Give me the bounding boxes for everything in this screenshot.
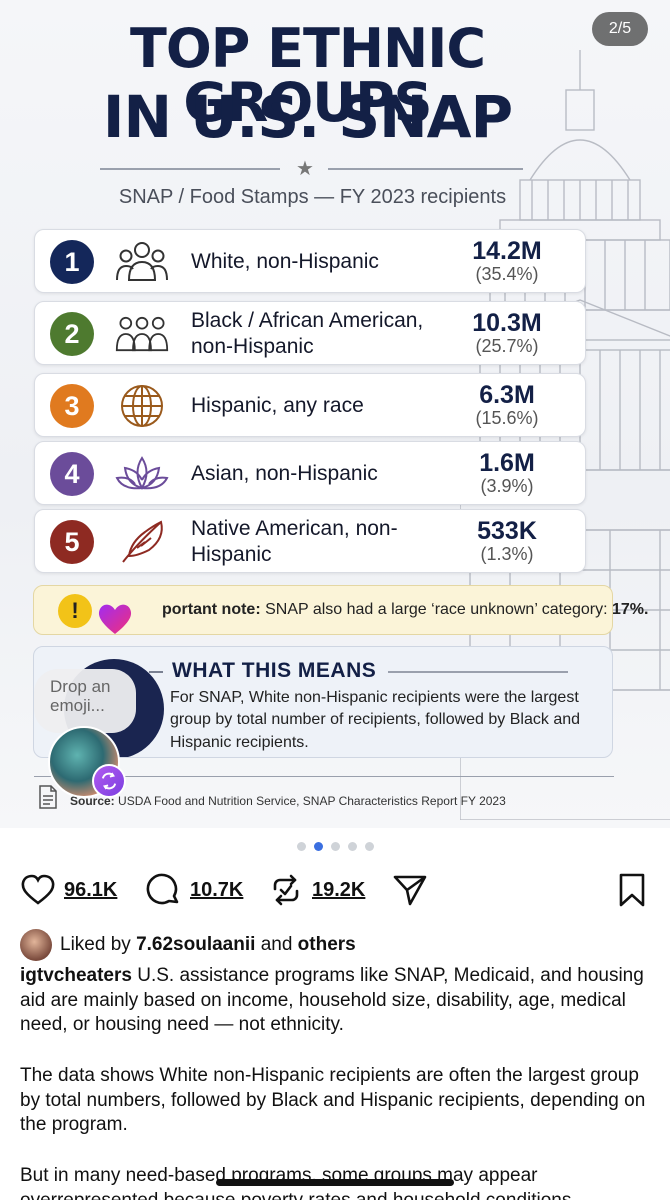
infographic-title-line2: IN U.S. SNAP xyxy=(102,83,513,151)
save-button[interactable] xyxy=(614,872,650,908)
liked-by-and: and xyxy=(260,934,293,955)
rank-row-3: 3 Hispanic, any race 6.3M (15.6%) xyxy=(34,373,586,437)
exclamation-icon: ! xyxy=(58,594,92,628)
liked-by-prefix: Liked by xyxy=(60,934,131,955)
liked-by-others[interactable]: others xyxy=(298,934,356,956)
home-indicator[interactable] xyxy=(216,1179,454,1186)
heart-icon xyxy=(21,874,55,905)
people-group-icon xyxy=(115,316,169,352)
note-value: 17%. xyxy=(611,601,649,618)
rank-label: Native American, non-Hispanic xyxy=(191,517,398,566)
rank-number-badge: 4 xyxy=(50,452,94,496)
rank-percent: (35.4%) xyxy=(475,264,539,285)
source-body: USDA Food and Nutrition Service, SNAP Ch… xyxy=(118,794,506,808)
rank-row-2: 2 Black / African American, non-Hispanic… xyxy=(34,301,586,365)
source-text: Source: USDA Food and Nutrition Service,… xyxy=(70,794,506,808)
rank-number-badge: 5 xyxy=(50,520,94,564)
star-icon: ★ xyxy=(296,158,314,180)
repost-count[interactable]: 19.2K xyxy=(312,879,365,902)
liked-by-avatar[interactable] xyxy=(20,929,52,961)
rank-value-block: 10.3M (25.7%) xyxy=(457,310,557,357)
bookmark-icon xyxy=(619,873,645,907)
like-button[interactable]: 96.1K xyxy=(20,872,117,908)
rank-percent: (1.3%) xyxy=(480,544,534,565)
people-group-icon xyxy=(116,242,168,281)
share-button[interactable] xyxy=(392,872,428,908)
rank-row-1: 1 White, non-Hispanic 14.2M (35.4%) xyxy=(34,229,586,293)
note-label: portant note: xyxy=(162,601,261,618)
rank-value-block: 14.2M (35.4%) xyxy=(457,238,557,285)
repost-button[interactable]: 19.2K xyxy=(268,872,365,908)
caption-paragraph-2: The data shows White non-Hispanic recipi… xyxy=(20,1065,646,1136)
send-icon xyxy=(393,875,427,906)
rank-value-block: 1.6M (3.9%) xyxy=(457,450,557,497)
comment-count[interactable]: 10.7K xyxy=(190,879,243,902)
rank-label: Asian, non-Hispanic xyxy=(191,462,378,486)
rank-value: 6.3M xyxy=(479,381,535,409)
carousel-dot-active xyxy=(314,842,323,851)
caption-username[interactable]: igtvcheaters xyxy=(20,965,132,986)
rank-percent: (3.9%) xyxy=(480,476,534,497)
heart-emoji-icon xyxy=(98,604,132,634)
carousel-dots xyxy=(297,842,374,851)
carousel-dot xyxy=(348,842,357,851)
like-count[interactable]: 96.1K xyxy=(64,879,117,902)
liked-by-user[interactable]: 7.62soulaanii xyxy=(136,934,255,956)
document-icon xyxy=(39,785,57,809)
rank-value-block: 533K (1.3%) xyxy=(457,518,557,565)
note-body: SNAP also had a large ‘race unknown’ cat… xyxy=(265,601,608,618)
post-caption: igtvcheaters U.S. assistance programs li… xyxy=(20,964,650,1200)
rank-number-badge: 2 xyxy=(50,312,94,356)
repost-badge-icon xyxy=(92,764,126,798)
comment-icon xyxy=(146,873,179,905)
means-title: WHAT THIS MEANS xyxy=(172,659,377,682)
comment-button[interactable]: 10.7K xyxy=(146,872,243,908)
rank-percent: (25.7%) xyxy=(475,336,539,357)
carousel-dot xyxy=(365,842,374,851)
caption-paragraph-1: igtvcheaters U.S. assistance programs li… xyxy=(20,964,650,1038)
rank-value: 1.6M xyxy=(479,449,535,477)
post-image[interactable]: 2/5 TOP ETHNIC GROUPS IN U.S. SNAP ★ SNA… xyxy=(0,0,670,828)
means-rule-right xyxy=(388,671,568,673)
important-note-text: portant note: SNAP also had a large ‘rac… xyxy=(162,601,648,619)
rank-number-badge: 3 xyxy=(50,384,94,428)
rank-label: White, non-Hispanic xyxy=(191,250,379,274)
repost-icon xyxy=(273,874,299,906)
title-divider-right xyxy=(328,168,523,170)
drop-emoji-bubble[interactable]: Drop an emoji... xyxy=(34,669,136,733)
lotus-icon xyxy=(115,456,169,491)
rank-percent: (15.6%) xyxy=(475,408,539,429)
rank-row-5: 5 Native American, non-Hispanic 533K (1.… xyxy=(34,509,586,573)
rank-value: 14.2M xyxy=(472,237,542,265)
rank-row-4: 4 Asian, non-Hispanic 1.6M (3.9%) xyxy=(34,441,586,505)
means-rule-left xyxy=(149,671,163,673)
liked-by-row[interactable]: Liked by 7.62soulaanii and others xyxy=(20,929,356,961)
title-divider-left xyxy=(100,168,280,170)
rank-label: Hispanic, any race xyxy=(191,394,364,418)
post-actions-bar: 96.1K 10.7K 19.2K xyxy=(20,870,650,910)
carousel-dot xyxy=(331,842,340,851)
carousel-dot xyxy=(297,842,306,851)
rank-value: 533K xyxy=(477,517,537,545)
globe-icon xyxy=(121,385,163,427)
rank-value-block: 6.3M (15.6%) xyxy=(457,382,557,429)
feather-icon xyxy=(122,520,163,563)
infographic-subtitle: SNAP / Food Stamps — FY 2023 recipients xyxy=(118,186,507,208)
rank-label: Black / African American, non-Hispanic xyxy=(191,309,424,358)
rank-number-badge: 1 xyxy=(50,240,94,284)
rank-value: 10.3M xyxy=(472,309,542,337)
means-body: For SNAP, White non-Hispanic recipients … xyxy=(170,689,581,751)
